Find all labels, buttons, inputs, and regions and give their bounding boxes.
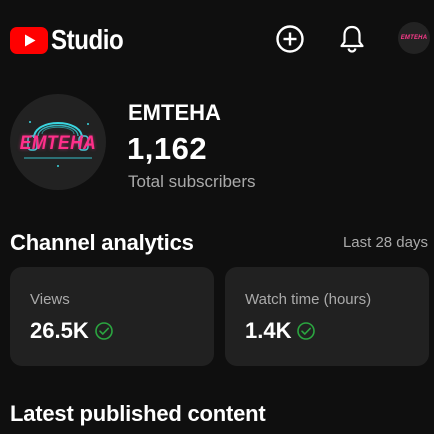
views-card[interactable]: Views 26.5K (10, 267, 214, 366)
watch-time-value-row: 1.4K (245, 318, 316, 344)
channel-avatar-logo-text: EMTEHA (19, 133, 97, 154)
watch-time-value: 1.4K (245, 318, 292, 343)
studio-dashboard: Studio EMTEHA EMTEHA EMTEHA 1,162 Total … (0, 0, 434, 434)
studio-brand-text: Studio (51, 24, 124, 55)
notifications-button[interactable] (335, 22, 369, 56)
youtube-logo-icon (10, 26, 48, 54)
check-circle-icon (297, 322, 316, 340)
account-avatar-text: EMTEHA (400, 35, 428, 41)
latest-content-title: Latest published content (10, 401, 266, 426)
account-avatar[interactable]: EMTEHA (398, 22, 430, 54)
channel-avatar[interactable]: EMTEHA (10, 94, 106, 190)
bell-icon (340, 25, 364, 53)
subscriber-count: 1,162 (127, 131, 208, 166)
analytics-period: Last 28 days (342, 234, 428, 251)
subscriber-label: Total subscribers (128, 172, 256, 191)
views-value: 26.5K (30, 318, 89, 343)
create-icon (276, 25, 304, 53)
watch-time-card[interactable]: Watch time (hours) 1.4K (225, 267, 429, 366)
views-label: Views (30, 291, 70, 308)
studio-logo[interactable]: Studio (10, 24, 135, 56)
top-bar: Studio EMTEHA (0, 0, 434, 76)
watch-time-label: Watch time (hours) (245, 291, 372, 308)
check-circle-icon (94, 322, 113, 340)
analytics-title: Channel analytics (10, 230, 194, 255)
views-value-row: 26.5K (30, 318, 114, 344)
create-button[interactable] (273, 22, 307, 56)
channel-name: EMTEHA (128, 100, 221, 125)
